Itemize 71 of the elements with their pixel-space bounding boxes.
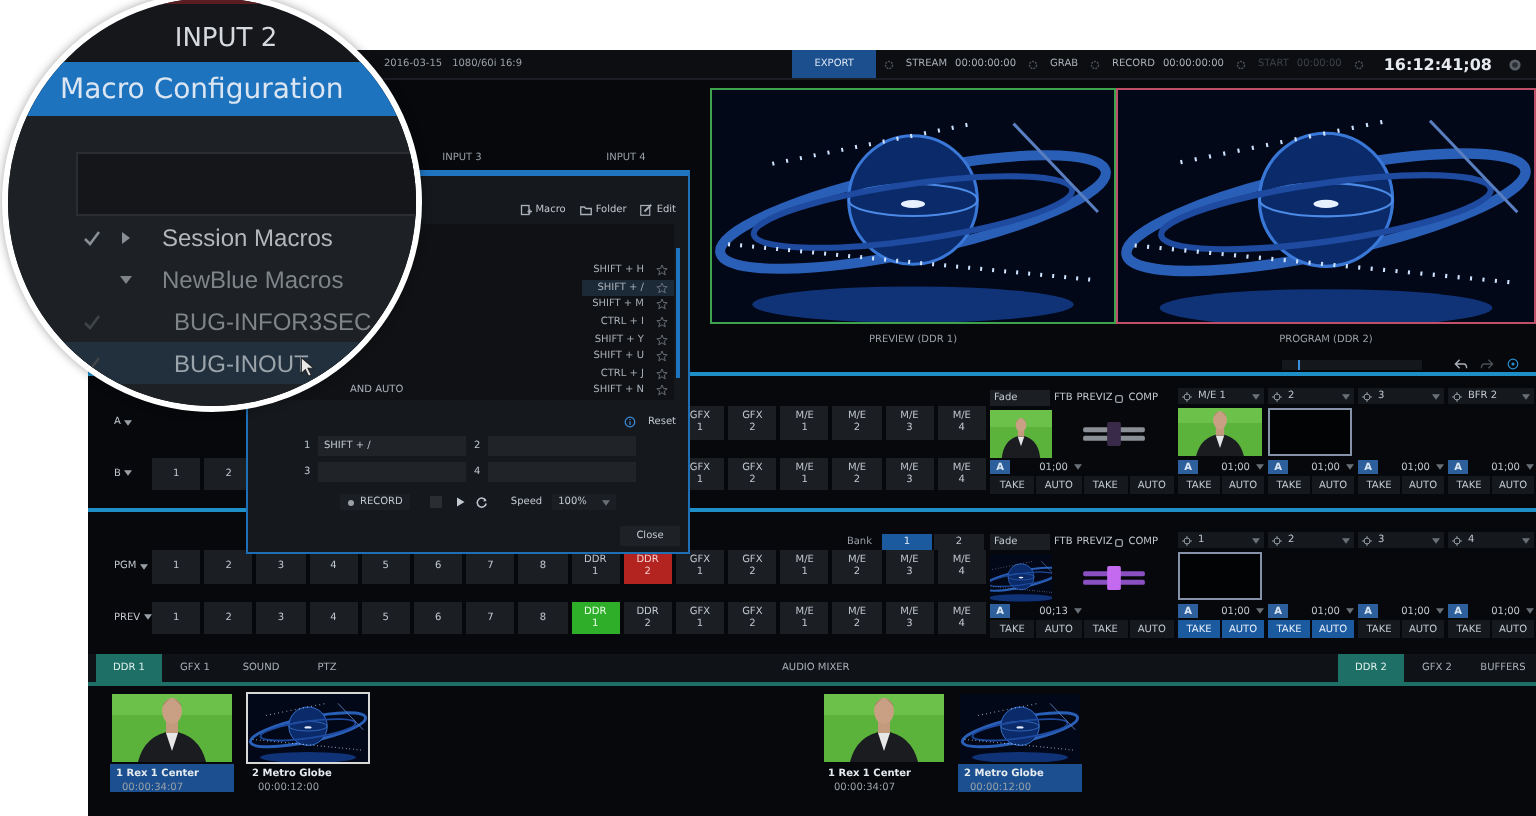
empty-preview <box>1268 408 1352 456</box>
caret-icon <box>1436 608 1444 614</box>
folder-icon <box>579 204 592 216</box>
star-icon[interactable] <box>656 264 668 277</box>
collapse-arrow-icon[interactable] <box>118 271 134 287</box>
caret-icon <box>1526 464 1534 470</box>
crosshair-icon <box>1362 391 1372 401</box>
t-bar[interactable] <box>1078 565 1150 589</box>
crosshair-icon <box>1272 535 1282 545</box>
caret-icon <box>1252 537 1260 543</box>
caret-icon <box>1432 537 1440 543</box>
caret-icon <box>1342 393 1350 399</box>
caret-icon <box>1346 464 1354 470</box>
crosshair-icon <box>1452 391 1462 401</box>
info-icon[interactable] <box>624 416 637 428</box>
caret-icon <box>1346 608 1354 614</box>
empty-preview <box>1178 552 1262 600</box>
crosshair-icon <box>1362 535 1372 545</box>
pencil-icon <box>640 204 653 216</box>
caret-icon <box>124 419 133 426</box>
star-icon[interactable] <box>656 298 668 311</box>
settings-icon[interactable] <box>1235 59 1246 69</box>
settings-icon[interactable] <box>1028 59 1039 69</box>
redo-icon[interactable] <box>1480 358 1494 370</box>
play-icon[interactable] <box>454 496 467 508</box>
star-icon[interactable] <box>656 367 668 380</box>
crosshair-icon <box>1272 391 1282 401</box>
input-label: INPUT 2 <box>174 24 278 54</box>
caret-icon <box>602 499 611 505</box>
undo-icon[interactable] <box>1454 358 1468 370</box>
caret-icon <box>1342 537 1350 543</box>
crosshair-icon <box>1452 535 1462 545</box>
caret-icon <box>1522 393 1530 399</box>
caret-icon <box>1432 393 1440 399</box>
tree-item[interactable]: Session Macros <box>8 216 416 258</box>
caret-icon <box>1526 608 1534 614</box>
caret-icon <box>1256 608 1264 614</box>
scrollbar[interactable] <box>674 224 682 400</box>
hand-icon <box>1114 393 1125 403</box>
t-bar[interactable] <box>1078 421 1150 445</box>
tree-item[interactable]: NewBlue Macros <box>8 258 416 300</box>
star-icon[interactable] <box>656 350 668 363</box>
settings-icon[interactable] <box>1090 59 1101 69</box>
settings-icon[interactable] <box>1353 59 1364 69</box>
crosshair-icon <box>1182 391 1192 401</box>
star-icon[interactable] <box>656 384 668 397</box>
caret-icon <box>144 614 153 621</box>
caret-icon <box>1256 464 1264 470</box>
document-plus-icon <box>519 204 532 216</box>
settings-icon[interactable] <box>883 59 894 69</box>
caret-icon <box>124 470 133 477</box>
circle-icon[interactable] <box>1506 358 1520 370</box>
timeline-track[interactable] <box>1282 359 1422 369</box>
star-icon[interactable] <box>656 281 668 294</box>
caret-icon <box>1436 464 1444 470</box>
crosshair-icon <box>1182 535 1192 545</box>
caret-icon <box>1252 393 1260 399</box>
expand-arrow-icon[interactable] <box>118 229 134 245</box>
star-icon[interactable] <box>656 333 668 346</box>
clock: 16:12:41;08 <box>1383 55 1492 73</box>
settings-icon[interactable] <box>1508 57 1522 71</box>
caret-icon <box>1074 464 1082 470</box>
loop-icon[interactable] <box>476 496 489 508</box>
star-icon[interactable] <box>656 316 668 329</box>
hand-icon <box>1114 537 1125 547</box>
search-field[interactable] <box>76 152 416 216</box>
tree-item[interactable]: BUG-INFOR3SEC <box>8 300 416 342</box>
caret-icon <box>1074 608 1082 614</box>
record-icon <box>348 499 354 505</box>
caret-icon <box>1522 537 1530 543</box>
caret-icon <box>140 563 149 570</box>
